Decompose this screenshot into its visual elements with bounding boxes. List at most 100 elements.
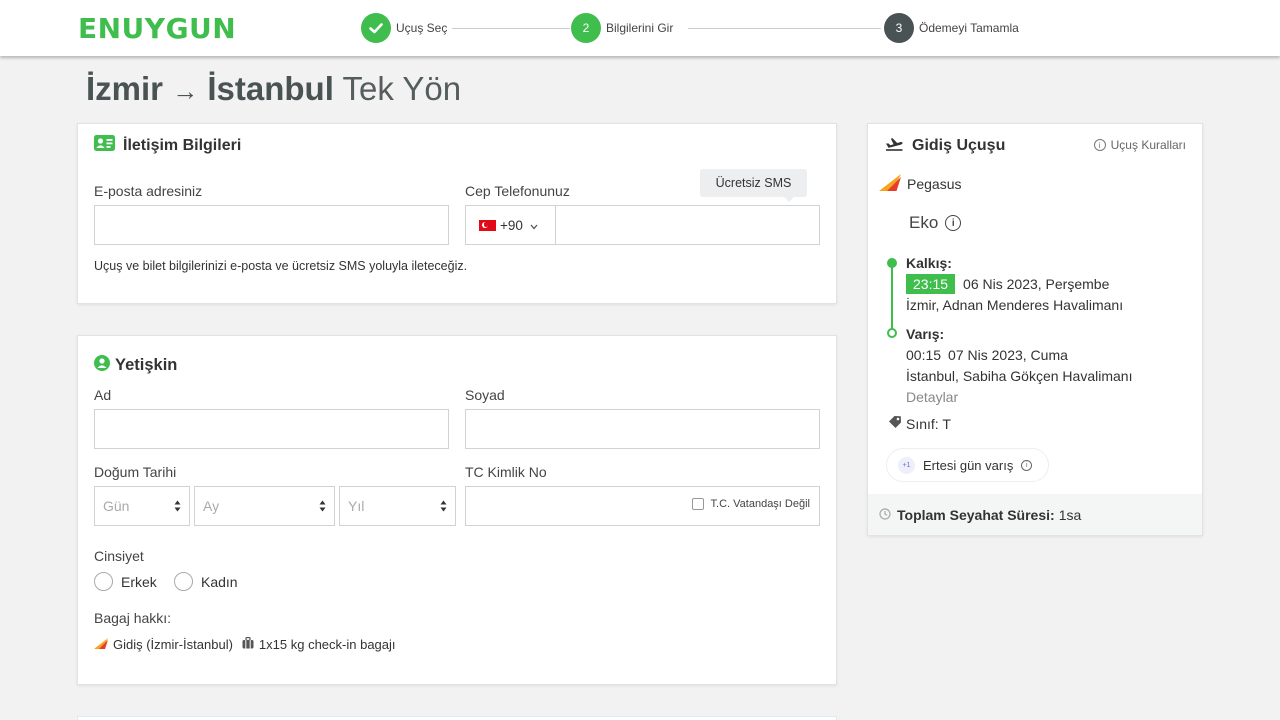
dob-year-select[interactable]: Yıl — [339, 486, 456, 526]
fare-info-icon[interactable]: i — [945, 215, 962, 231]
step-connector — [688, 28, 881, 29]
dob-day-select[interactable]: Gün — [94, 486, 190, 526]
trip-type: Tek Yön — [342, 70, 462, 107]
next-day-label: Ertesi gün varış — [923, 457, 1014, 473]
checkbox-box — [691, 498, 704, 510]
dob-year-placeholder: Yıl — [348, 498, 365, 514]
contact-card-title: İletişim Bilgileri — [94, 135, 241, 156]
fare-row: Eko i — [909, 213, 962, 233]
airline-row: Pegasus — [879, 174, 961, 194]
not-citizen-label: T.C. Vatandaşı Değil — [710, 498, 810, 510]
step-enter-info: 2 Bilgilerini Gir — [571, 13, 673, 43]
email-field[interactable] — [94, 205, 449, 245]
departure-time-badge: 23:15 — [906, 274, 956, 294]
sort-arrows-icon — [319, 500, 326, 512]
total-duration-value: 1sa — [1058, 506, 1082, 523]
sort-arrows-icon — [440, 500, 447, 512]
pegasus-logo-icon — [94, 637, 108, 652]
flight-direction-title: Gidiş Uçuşu — [912, 136, 1006, 154]
plane-departure-icon — [885, 135, 903, 156]
step-connector — [452, 28, 570, 29]
contact-card-icon — [94, 135, 115, 156]
radio-circle — [174, 572, 193, 591]
departure-airport: İzmir, Adnan Menderes Havalimanı — [906, 297, 1124, 313]
turkey-flag-icon — [479, 219, 496, 231]
passenger-type: Yetişkin — [115, 356, 178, 374]
next-card-edge — [77, 716, 837, 720]
details-link[interactable]: Detaylar — [906, 389, 958, 405]
first-name-label: Ad — [94, 387, 112, 403]
contact-note: Uçuş ve bilet bilgilerinizi e-posta ve ü… — [94, 259, 468, 273]
gender-option-label: Kadın — [201, 573, 238, 590]
email-label: E-posta adresiniz — [94, 183, 203, 199]
flight-rules-label: Uçuş Kuralları — [1110, 138, 1186, 152]
arrival-row: 00:15 07 Nis 2023, Cuma — [906, 347, 1068, 363]
step-number: 2 — [571, 13, 601, 43]
gender-label: Cinsiyet — [94, 548, 144, 564]
dob-label: Doğum Tarihi — [94, 464, 177, 480]
phone-label: Cep Telefonunuz — [465, 183, 570, 199]
flight-rules-link[interactable]: i Uçuş Kuralları — [1093, 138, 1186, 152]
pegasus-logo-icon — [879, 174, 901, 194]
arrival-label: Varış: — [906, 326, 945, 342]
country-code-select[interactable]: +90 — [466, 206, 556, 244]
baggage-info: Gidiş (İzmir-İstanbul) 1x15 kg check-in … — [94, 636, 396, 652]
timeline-dot-end — [887, 328, 897, 338]
first-name-field[interactable] — [94, 409, 449, 449]
top-header: ENUYGUN Uçuş Seç 2 Bilgilerini Gir 3 Öde… — [0, 0, 1280, 56]
route-from: İzmir — [86, 70, 164, 107]
step-label: Ödemeyi Tamamla — [919, 21, 1019, 35]
timeline-dot-start — [887, 258, 897, 268]
phone-number-input[interactable] — [557, 206, 819, 244]
step-label: Bilgilerini Gir — [606, 21, 674, 35]
gender-female-radio[interactable]: Kadın — [174, 572, 238, 591]
page-title: İzmir → İstanbul Tek Yön — [86, 70, 461, 108]
departure-date: 06 Nis 2023, Perşembe — [963, 276, 1110, 292]
step-select-flight[interactable]: Uçuş Seç — [361, 13, 447, 43]
tooltip-pointer — [784, 197, 794, 202]
last-name-label: Soyad — [465, 387, 505, 403]
step-label: Uçuş Seç — [396, 21, 448, 35]
tc-label: TC Kimlik No — [465, 464, 547, 480]
baggage-label: Bagaj hakkı: — [94, 610, 172, 626]
baggage-route: Gidiş (İzmir-İstanbul) — [113, 637, 233, 652]
airline-name: Pegasus — [907, 176, 962, 192]
enuygun-logo[interactable]: ENUYGUN — [78, 12, 236, 45]
info-icon: i — [1093, 139, 1106, 151]
checkmark-icon — [361, 13, 391, 43]
route-arrow: → — [172, 76, 199, 106]
contact-card: İletişim Bilgileri E-posta adresiniz Cep… — [77, 123, 837, 304]
total-duration-bar: Toplam Seyahat Süresi: 1sa — [868, 494, 1202, 535]
info-icon[interactable]: i — [1021, 459, 1033, 471]
dob-day-placeholder: Gün — [103, 498, 130, 514]
timeline-line — [891, 265, 893, 333]
free-sms-text: Ücretsiz SMS — [715, 176, 792, 190]
departure-row: 23:15 06 Nis 2023, Perşembe — [906, 274, 1109, 294]
user-circle-icon — [94, 355, 110, 376]
dob-month-select[interactable]: Ay — [194, 486, 335, 526]
fare-name: Eko — [909, 213, 939, 232]
suitcase-icon — [242, 636, 254, 652]
not-citizen-checkbox[interactable]: T.C. Vatandaşı Değil — [691, 498, 810, 510]
passenger-card-title: Yetişkin — [94, 355, 177, 376]
gender-male-radio[interactable]: Erkek — [94, 572, 157, 591]
phone-field-wrapper: +90 — [465, 205, 820, 245]
class-row: Sınıf: T — [888, 415, 951, 432]
arrival-airport: İstanbul, Sabiha Gökçen Havalimanı — [906, 368, 1133, 384]
radio-circle — [94, 572, 113, 591]
plus-one-day-badge: +1 — [898, 456, 915, 474]
flight-summary-panel: Gidiş Uçuşu i Uçuş Kuralları Pegasus Eko… — [867, 123, 1203, 536]
total-duration-label: Toplam Seyahat Süresi: — [897, 506, 1055, 523]
next-day-arrival-pill: +1 Ertesi gün varış i — [886, 448, 1049, 482]
baggage-allowance: 1x15 kg check-in bagajı — [258, 637, 396, 652]
country-code: +90 — [500, 217, 523, 233]
tc-id-field[interactable]: T.C. Vatandaşı Değil — [465, 486, 820, 526]
fare-class: Sınıf: T — [906, 415, 951, 432]
step-payment: 3 Ödemeyi Tamamla — [884, 13, 1019, 43]
arrival-time: 00:15 — [906, 347, 942, 363]
sort-arrows-icon — [174, 500, 181, 512]
departure-label: Kalkış: — [906, 255, 952, 271]
last-name-field[interactable] — [465, 409, 820, 449]
dob-month-placeholder: Ay — [203, 498, 220, 514]
arrival-date: 07 Nis 2023, Cuma — [948, 347, 1068, 363]
